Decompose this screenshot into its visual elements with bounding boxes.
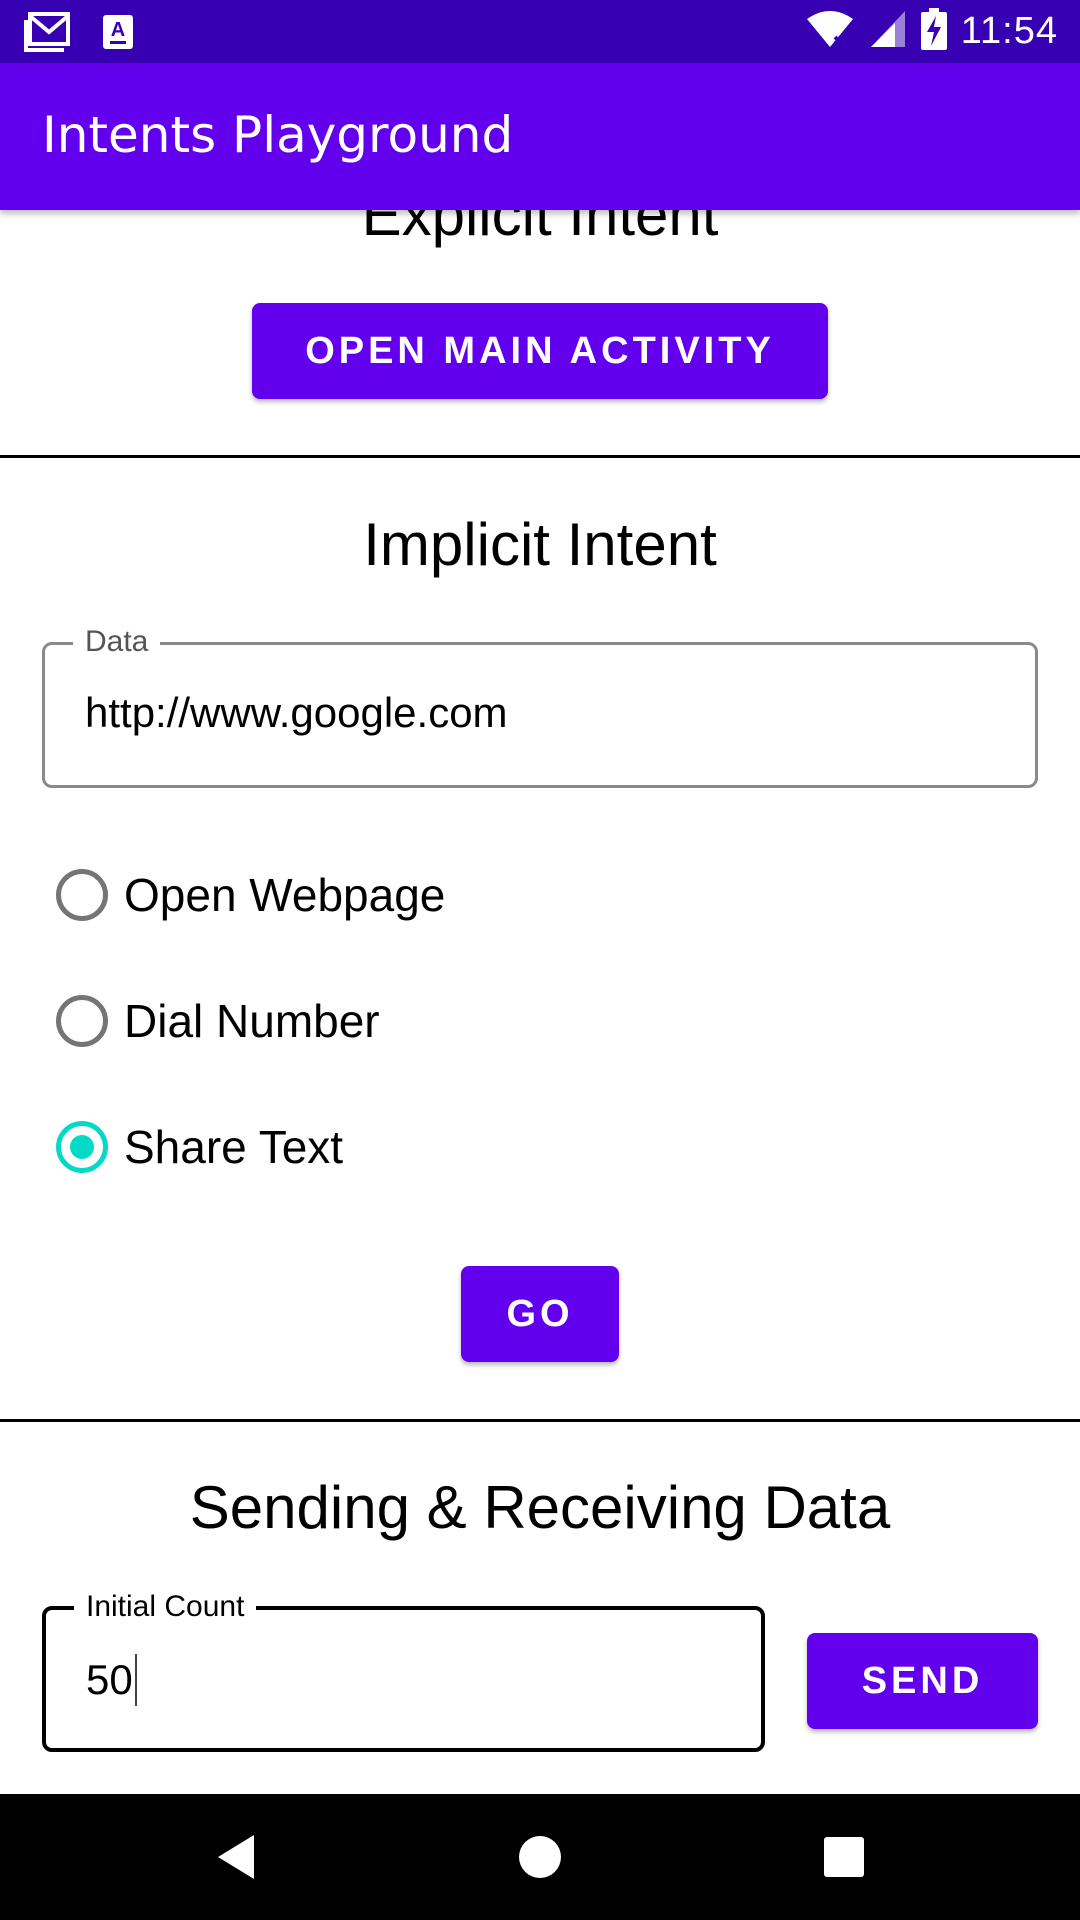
app-bar: Intents Playground bbox=[0, 63, 1080, 210]
radio-open-webpage[interactable]: Open Webpage bbox=[56, 868, 445, 922]
home-icon[interactable] bbox=[480, 1794, 600, 1920]
section-divider bbox=[0, 455, 1080, 458]
battery-charging-icon bbox=[920, 8, 947, 54]
radio-share-text[interactable]: Share Text bbox=[56, 1120, 343, 1174]
data-field-label: Data bbox=[73, 625, 161, 659]
send-button[interactable]: SEND bbox=[807, 1633, 1038, 1729]
initial-count-text: 50 bbox=[86, 1656, 133, 1703]
wifi-icon bbox=[805, 9, 855, 53]
initial-count-field[interactable]: Initial Count 50 bbox=[42, 1590, 765, 1752]
notification-a-icon: A bbox=[102, 14, 134, 54]
radio-label: Dial Number bbox=[124, 995, 380, 1047]
text-cursor bbox=[134, 1654, 137, 1706]
signal-icon bbox=[869, 9, 907, 53]
recents-icon[interactable] bbox=[784, 1794, 904, 1920]
svg-text:A: A bbox=[111, 19, 125, 41]
data-field[interactable]: Data http://www.google.com bbox=[42, 625, 1038, 788]
navigation-bar bbox=[0, 1794, 1080, 1920]
open-main-activity-button[interactable]: OPEN MAIN ACTIVITY bbox=[252, 303, 828, 399]
scroll-content[interactable]: Explicit Intent OPEN MAIN ACTIVITY Impli… bbox=[0, 210, 1080, 1794]
status-bar: A 11:54 bbox=[0, 0, 1080, 63]
sending-receiving-heading: Sending & Receiving Data bbox=[189, 1474, 891, 1541]
initial-count-label: Initial Count bbox=[74, 1590, 257, 1624]
data-field-value: http://www.google.com bbox=[85, 689, 508, 736]
section-divider bbox=[0, 1419, 1080, 1422]
app-title: Intents Playground bbox=[42, 106, 514, 164]
radio-label: Open Webpage bbox=[124, 869, 446, 921]
back-icon[interactable] bbox=[176, 1794, 296, 1920]
status-time: 11:54 bbox=[960, 9, 1058, 52]
radio-button[interactable] bbox=[56, 995, 108, 1047]
go-button[interactable]: GO bbox=[461, 1266, 619, 1362]
radio-button-selected[interactable] bbox=[56, 1121, 108, 1173]
radio-dial-number[interactable]: Dial Number bbox=[56, 994, 380, 1048]
initial-count-value: 50 bbox=[86, 1654, 137, 1706]
radio-label: Share Text bbox=[124, 1121, 344, 1173]
radio-button[interactable] bbox=[56, 869, 108, 921]
gmail-icon bbox=[24, 12, 72, 56]
implicit-intent-heading: Implicit Intent bbox=[363, 511, 717, 578]
explicit-intent-heading: Explicit Intent bbox=[361, 210, 719, 248]
